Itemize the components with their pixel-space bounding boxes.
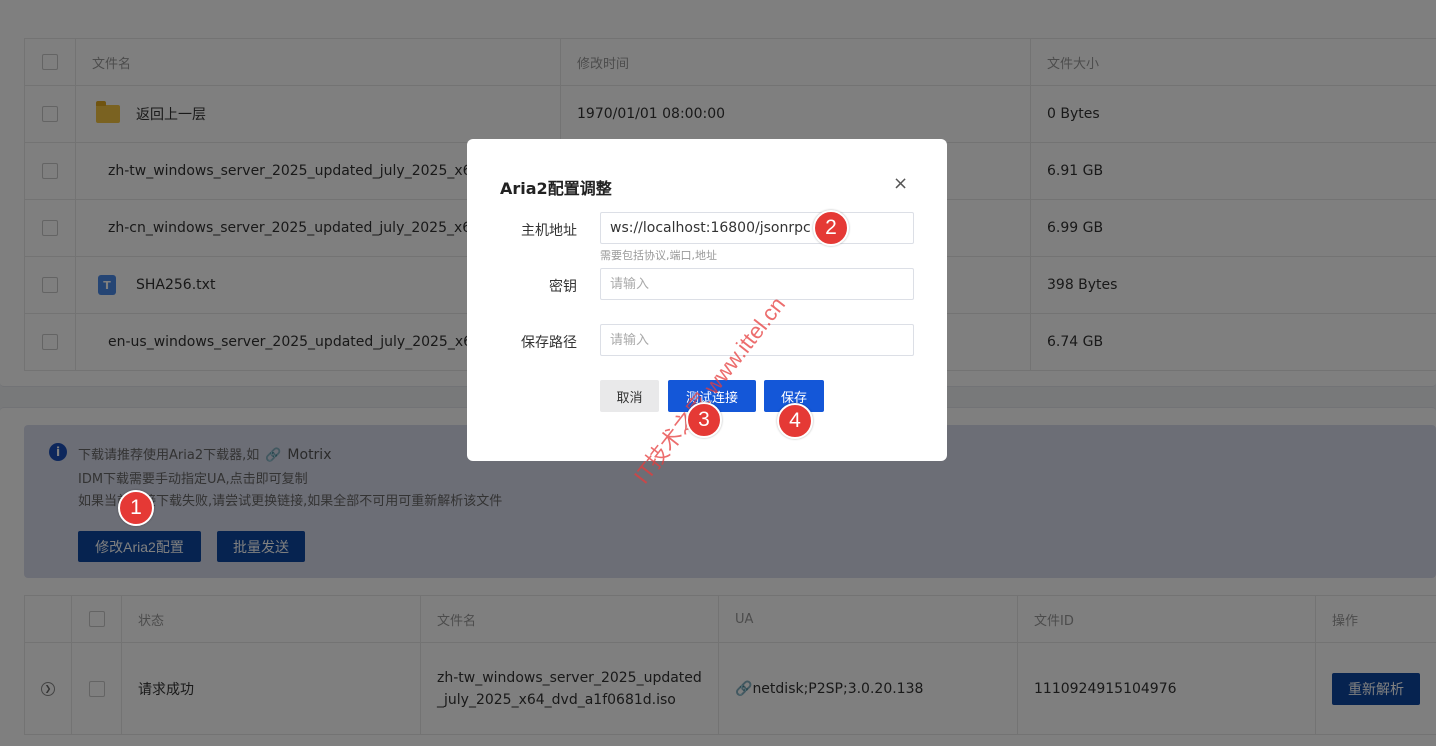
secret-input[interactable] bbox=[600, 268, 914, 300]
dialog-title: Aria2配置调整 bbox=[500, 179, 612, 198]
step-marker-2: 2 bbox=[813, 210, 849, 246]
secret-label: 密钥 bbox=[549, 279, 577, 295]
host-input[interactable] bbox=[600, 212, 914, 244]
save-path-label: 保存路径 bbox=[521, 335, 577, 351]
host-label: 主机地址 bbox=[521, 223, 577, 239]
host-hint: 需要包括协议,端口,地址 bbox=[600, 249, 717, 262]
step-marker-3: 3 bbox=[686, 402, 722, 438]
cancel-button[interactable]: 取消 bbox=[600, 380, 659, 412]
close-icon[interactable]: × bbox=[893, 173, 908, 194]
step-marker-1: 1 bbox=[118, 490, 154, 526]
step-marker-4: 4 bbox=[777, 403, 813, 439]
